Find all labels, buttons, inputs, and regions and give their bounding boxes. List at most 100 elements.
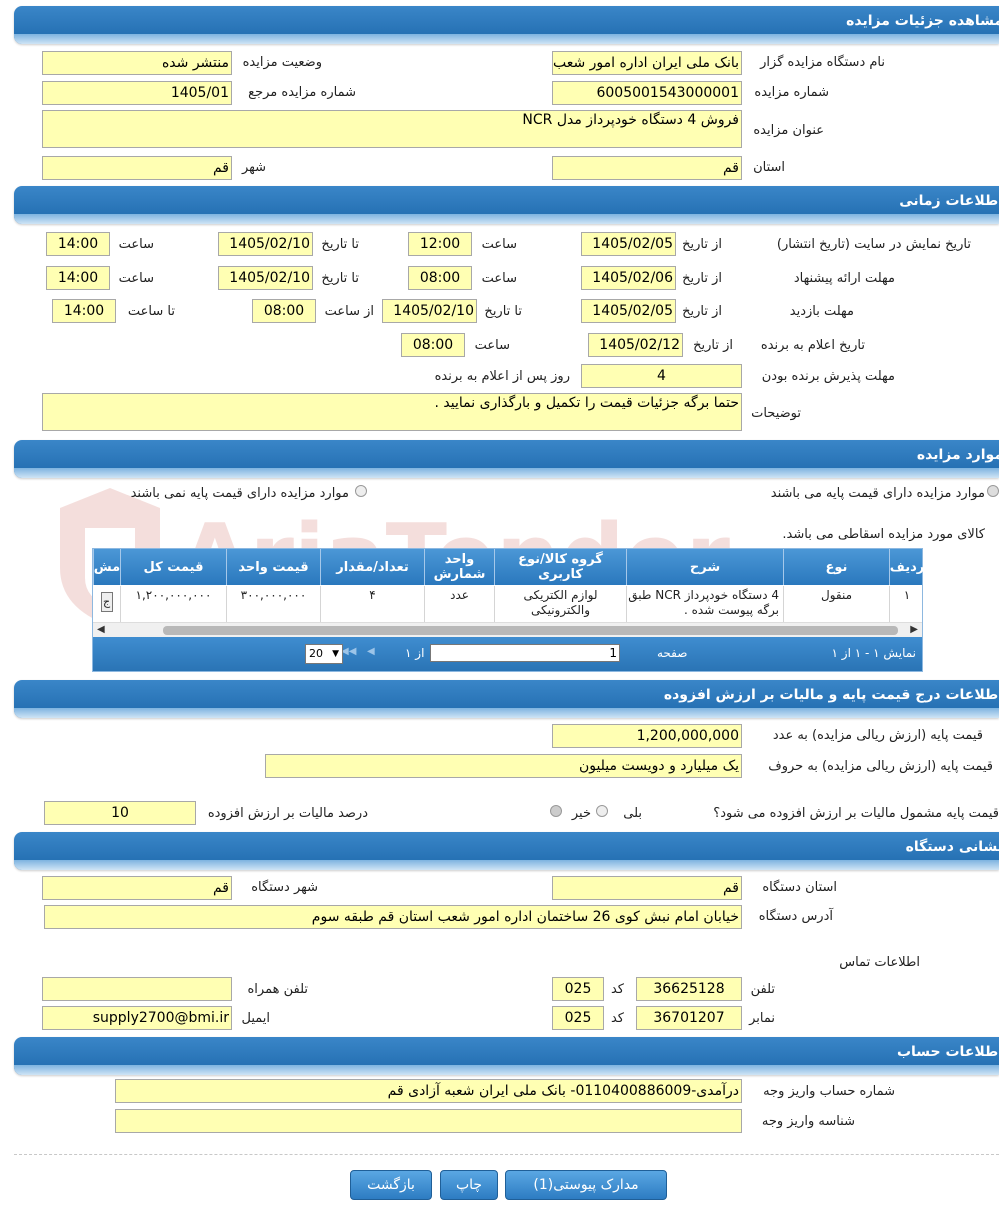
section-bar-account: اطلاعات حساب — [14, 1037, 999, 1075]
account-number-label: شماره حساب واریز وجه — [763, 1084, 895, 1099]
display-to-time-field: 14:00 — [46, 232, 110, 256]
account-id-label: شناسه واریز وجه — [761, 1114, 855, 1129]
pager-of-label: از ۱ — [405, 646, 425, 660]
vat-yes-label: بلی — [623, 806, 642, 821]
cell-index: ۱ — [889, 586, 924, 622]
display-from-label: از تاریخ — [682, 237, 722, 252]
pager-last-icon[interactable]: ◀◀ — [341, 646, 356, 657]
scroll-right-arrow-icon[interactable]: ▶ — [910, 624, 918, 635]
col-header-desc: شرح — [626, 549, 783, 585]
account-number-field: درآمدی-0110400886009- بانک ملی ایران شعب… — [115, 1079, 742, 1103]
cell-unit: عدد — [424, 586, 494, 622]
pager-size-select[interactable]: 20 ▼ — [305, 644, 343, 664]
announce-time-label: ساعت — [474, 338, 510, 353]
pager-page-input[interactable]: 1 — [430, 644, 620, 662]
items-note: کالای مورد مزایده اسقاطی می باشد. — [782, 527, 985, 542]
scroll-left-arrow-icon[interactable]: ◀ — [97, 624, 105, 635]
attachments-button[interactable]: مدارک پیوستی(1) — [505, 1170, 667, 1200]
province-label: استان — [753, 160, 785, 175]
col-header-group: گروه کالا/نوع کاربری — [494, 549, 626, 585]
addr-city-label: شهر دستگاه — [251, 880, 318, 895]
org-label: نام دستگاه مزایده گزار — [760, 55, 885, 70]
footer-divider — [14, 1154, 999, 1155]
addr-address-label: آدرس دستگاه — [758, 909, 833, 924]
announce-label: تاریخ اعلام به برنده — [760, 338, 865, 353]
pager-page-label: صفحه — [657, 646, 688, 660]
print-button[interactable]: چاپ — [440, 1170, 498, 1200]
visit-from-field: 1405/02/05 — [581, 299, 676, 323]
offer-from-field: 1405/02/06 — [581, 266, 676, 290]
display-to-field: 1405/02/10 — [218, 232, 313, 256]
addr-province-label: استان دستگاه — [762, 880, 837, 895]
base-words-field: یک میلیارد و دویست میلیون — [265, 754, 742, 778]
vat-yes-radio[interactable] — [596, 805, 608, 817]
notes-label: توضیحات — [751, 406, 801, 421]
fax-label: نمابر — [749, 1011, 775, 1026]
table-row[interactable]: ۱ منقول 4 دستگاه خودپرداز NCR طبق برگه پ… — [93, 586, 922, 622]
phone-code-field: 025 — [552, 977, 604, 1001]
province-field: قم — [552, 156, 742, 180]
announce-time-field: 08:00 — [401, 333, 465, 357]
display-from-time-label: ساعت — [481, 237, 517, 252]
pager-size-value: 20 — [309, 647, 323, 660]
col-header-total: قیمت کل — [120, 549, 226, 585]
org-field: بانک ملی ایران اداره امور شعب — [552, 51, 742, 75]
visit-to-field: 1405/02/10 — [382, 299, 477, 323]
section-bar-items: موارد مزایده — [14, 440, 999, 478]
status-field: منتشر شده — [42, 51, 232, 75]
grid-scrollbar[interactable]: ◀ ▶ — [93, 622, 922, 637]
cell-group: لوازم الکتریکی والکترونیکی — [494, 586, 626, 622]
base-words-label: قیمت پایه (ارزش ریالی مزایده) به حروف — [768, 759, 993, 774]
col-header-unit: واحد شمارش — [424, 549, 494, 585]
city-field: قم — [42, 156, 232, 180]
ref-field: 1405/01 — [42, 81, 232, 105]
chevron-down-icon: ▼ — [332, 649, 339, 659]
addr-city-field: قم — [42, 876, 232, 900]
pager-display: نمایش ۱ - ۱ از ۱ — [831, 646, 916, 660]
scroll-thumb[interactable] — [163, 626, 898, 635]
offer-from-time-field: 08:00 — [408, 266, 472, 290]
display-from-field: 1405/02/05 — [581, 232, 676, 256]
col-header-type: نوع — [783, 549, 889, 585]
vat-no-radio[interactable] — [550, 805, 562, 817]
pager-next-icon[interactable]: ◀ — [367, 646, 375, 657]
visit-from-time-label: از ساعت — [324, 304, 374, 319]
cell-unit-price: ۳۰۰,۰۰۰,۰۰۰ — [226, 586, 320, 622]
notes-field: حتما برگه جزئیات قیمت را تکمیل و بارگذار… — [42, 393, 742, 431]
accept-days-field: 4 — [581, 364, 742, 388]
phone-code-label: کد — [610, 982, 624, 997]
fax-code-label: کد — [610, 1011, 624, 1026]
offer-label: مهلت ارائه پیشنهاد — [793, 271, 895, 286]
vat-percent-label: درصد مالیات بر ارزش افزوده — [207, 806, 368, 821]
offer-from-label: از تاریخ — [682, 271, 722, 286]
visit-to-time-label: تا ساعت — [127, 304, 175, 319]
accept-days-label: روز پس از اعلام به برنده — [434, 369, 570, 384]
cell-type: منقول — [783, 586, 889, 622]
cell-qty: ۴ — [320, 586, 424, 622]
section-bar-address: نشانی دستگاه — [14, 832, 999, 870]
cell-extra-button[interactable]: ج — [100, 592, 113, 612]
items-grid: ردیف نوع شرح گروه کالا/نوع کاربری واحد ش… — [92, 548, 924, 672]
addr-province-field: قم — [552, 876, 742, 900]
visit-to-time-field: 14:00 — [52, 299, 116, 323]
visit-to-label: تا تاریخ — [484, 304, 522, 319]
vat-no-label: خیر — [571, 806, 591, 821]
offer-from-time-label: ساعت — [481, 271, 517, 286]
with-base-label: موارد مزایده دارای قیمت پایه می باشند — [770, 486, 985, 501]
email-field: supply2700@bmi.ir — [42, 1006, 232, 1030]
section-bar-timing: اطلاعات زمانی — [14, 186, 999, 224]
fax-code-field: 025 — [552, 1006, 604, 1030]
back-button[interactable]: بازگشت — [350, 1170, 432, 1200]
offer-to-time-field: 14:00 — [46, 266, 110, 290]
with-base-radio[interactable] — [987, 485, 999, 497]
cell-extra: ج — [93, 586, 120, 622]
base-num-field: 1,200,000,000 — [552, 724, 742, 748]
without-base-radio[interactable] — [355, 485, 367, 497]
visit-label: مهلت بازدید — [789, 304, 854, 319]
vat-question: قیمت پایه مشمول مالیات بر ارزش افزوده می… — [713, 806, 999, 821]
mobile-label: تلفن همراه — [247, 982, 309, 997]
col-header-qty: تعداد/مقدار — [320, 549, 424, 585]
addr-address-field: خیابان امام نبش کوی 26 ساختمان اداره امو… — [44, 905, 742, 929]
fax-field: 36701207 — [636, 1006, 742, 1030]
section-bar-details: مشاهده جزئیات مزایده — [14, 6, 999, 44]
